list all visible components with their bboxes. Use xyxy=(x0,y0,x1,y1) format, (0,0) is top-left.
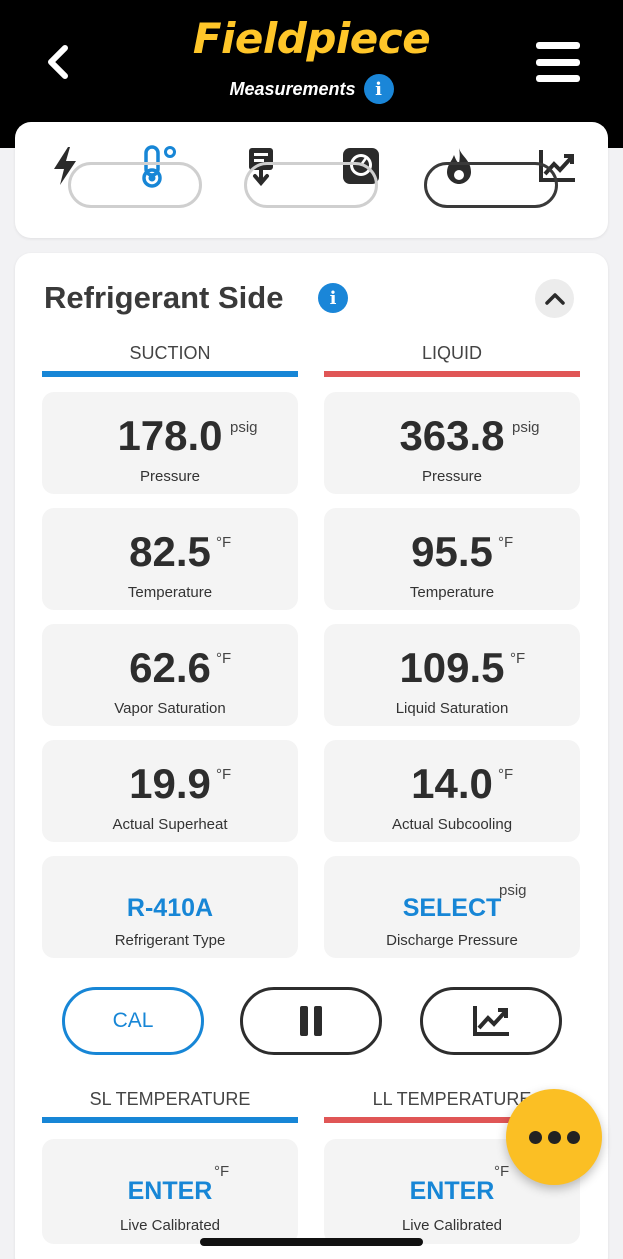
subtitle-row: Measurements i xyxy=(0,74,623,104)
discharge-pressure-cell[interactable]: SELECT psig Discharge Pressure xyxy=(324,856,580,958)
liquid-temperature-cell[interactable]: 95.5 °F Temperature xyxy=(324,508,580,610)
enter-value[interactable]: ENTER xyxy=(42,1177,298,1206)
hidden-tab-button[interactable] xyxy=(244,162,378,208)
reading-label: Liquid Saturation xyxy=(395,700,509,717)
reading-unit: °F xyxy=(216,766,232,783)
reading-value: 363.8 xyxy=(399,412,505,459)
brand-logo: Fieldpiece xyxy=(192,14,431,63)
ellipsis-icon-dot xyxy=(547,1130,561,1144)
ellipsis-icon-dot xyxy=(566,1130,580,1144)
reading-value: 109.5 xyxy=(399,644,505,691)
reading-unit: psig xyxy=(512,419,540,436)
pause-icon xyxy=(300,1006,322,1036)
menu-bar xyxy=(536,58,580,66)
suction-underline xyxy=(42,371,298,377)
reading-label: Temperature xyxy=(409,584,495,601)
refrigerant-type-value[interactable]: R-410A xyxy=(42,894,298,923)
reading-value: 95.5 xyxy=(411,528,493,575)
reading-label: Pressure xyxy=(421,468,483,485)
reading-unit: °F xyxy=(214,1163,230,1180)
reading-label: Actual Superheat xyxy=(112,816,228,833)
liquid-saturation-cell[interactable]: 109.5 °F Liquid Saturation xyxy=(324,624,580,726)
menu-bar xyxy=(536,42,580,49)
reading-value: 178.0 xyxy=(117,412,223,459)
menu-bar xyxy=(536,75,580,82)
page-subtitle: Measurements xyxy=(229,78,356,99)
reading-label: Live Calibrated xyxy=(401,1217,503,1234)
hidden-tab-button[interactable] xyxy=(68,162,202,208)
reading-label: Temperature xyxy=(127,584,213,601)
pause-button[interactable] xyxy=(240,987,382,1055)
trend-chart-icon xyxy=(473,1006,509,1036)
reading-unit: °F xyxy=(494,1163,510,1180)
chevron-up-icon xyxy=(544,292,565,305)
liquid-header: LIQUID xyxy=(421,343,482,363)
discharge-pressure-select[interactable]: SELECT xyxy=(324,894,580,923)
reading-label: Vapor Saturation xyxy=(114,700,226,717)
reading-value: 62.6 xyxy=(129,644,211,691)
reading-label: Refrigerant Type xyxy=(114,932,226,949)
reading-label: Actual Subcooling xyxy=(391,816,513,833)
reading-unit: °F xyxy=(498,766,514,783)
reading-label: Pressure xyxy=(139,468,201,485)
ellipsis-icon-dot xyxy=(528,1130,542,1144)
suction-pressure-cell[interactable]: 178.0 psig Pressure xyxy=(42,392,298,494)
reading-value: 82.5 xyxy=(129,528,211,575)
info-icon[interactable]: i xyxy=(318,283,348,313)
cal-button[interactable]: CAL xyxy=(62,987,204,1055)
reading-label: Discharge Pressure xyxy=(386,932,518,949)
reading-value: 14.0 xyxy=(411,760,493,807)
reading-unit: °F xyxy=(216,650,232,667)
actual-superheat-cell[interactable]: 19.9 °F Actual Superheat xyxy=(42,740,298,842)
reading-label: Live Calibrated xyxy=(119,1217,221,1234)
more-options-button[interactable] xyxy=(506,1089,602,1185)
sl-temperature-cell[interactable]: ENTER °F Live Calibrated xyxy=(42,1139,298,1244)
reading-unit: °F xyxy=(510,650,526,667)
graph-button[interactable] xyxy=(420,987,562,1055)
info-icon[interactable]: i xyxy=(363,74,394,104)
section-title: Refrigerant Side xyxy=(44,280,284,315)
sl-temperature-header: SL TEMPERATURE xyxy=(89,1089,251,1109)
liquid-underline xyxy=(324,371,580,377)
reading-unit: °F xyxy=(216,534,232,551)
vapor-saturation-cell[interactable]: 62.6 °F Vapor Saturation xyxy=(42,624,298,726)
home-indicator[interactable] xyxy=(200,1238,423,1246)
hamburger-menu-button[interactable] xyxy=(536,42,580,82)
reading-value: 19.9 xyxy=(129,760,211,807)
sl-underline xyxy=(42,1117,298,1123)
reading-unit: psig xyxy=(499,882,527,899)
suction-temperature-cell[interactable]: 82.5 °F Temperature xyxy=(42,508,298,610)
hidden-tab-button[interactable] xyxy=(424,162,558,208)
reading-unit: °F xyxy=(498,534,514,551)
actual-subcooling-cell[interactable]: 14.0 °F Actual Subcooling xyxy=(324,740,580,842)
liquid-pressure-cell[interactable]: 363.8 psig Pressure xyxy=(324,392,580,494)
refrigerant-type-cell[interactable]: R-410A Refrigerant Type xyxy=(42,856,298,958)
suction-header: SUCTION xyxy=(129,343,211,363)
reading-unit: psig xyxy=(230,419,258,436)
tool-tabs-card xyxy=(15,122,608,238)
collapse-button[interactable] xyxy=(535,279,574,318)
